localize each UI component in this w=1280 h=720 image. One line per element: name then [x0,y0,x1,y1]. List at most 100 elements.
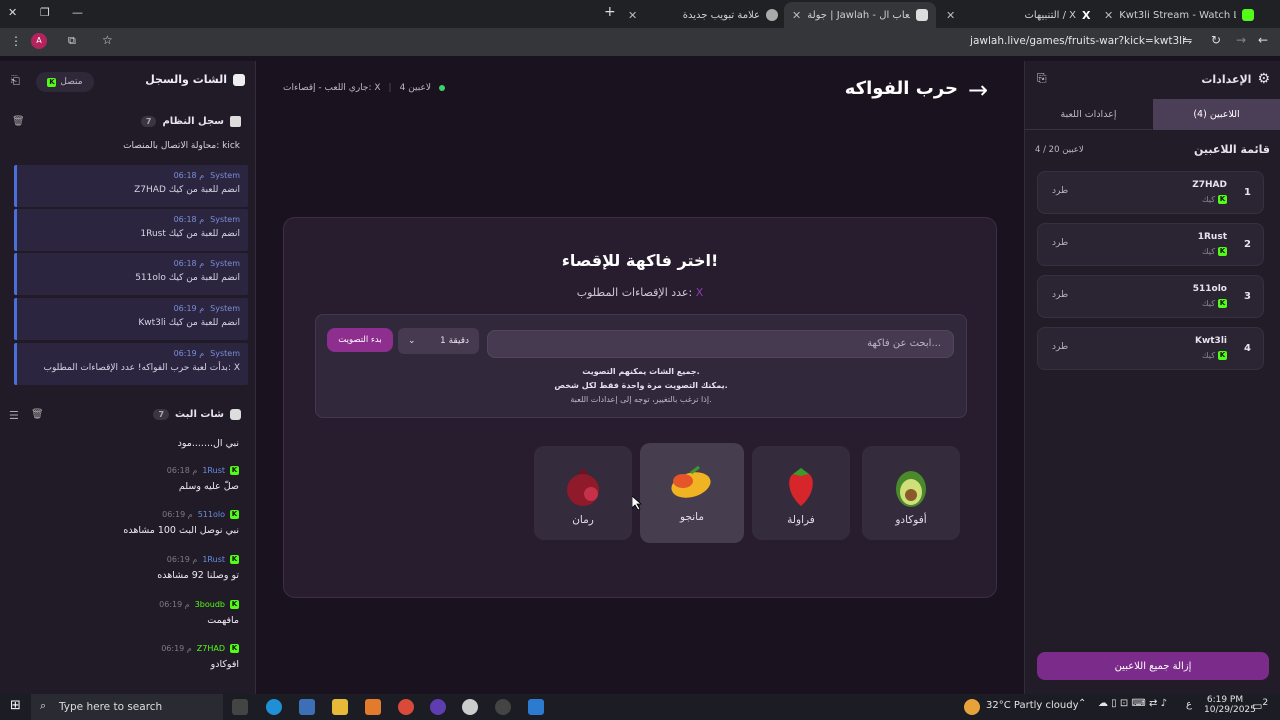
new-tab-icon[interactable]: + [604,4,616,20]
list-item: 06:19 م System Kwt3li انضم للعبة من كيك [14,298,248,340]
system-log-list: محاولة الاتصال بالمنصات: kick 06:18 م Sys… [4,141,252,397]
minimize-window-icon[interactable]: — [72,6,83,19]
list-item: 06:19 م Z7HAD K افوكادو [161,644,239,670]
notifications-icon[interactable]: ▭2 [1252,697,1268,713]
close-icon[interactable]: ✕ [792,9,801,22]
file-explorer-icon[interactable] [332,699,348,715]
list-item: 06:18 م System Z7HAD انضم للعبة من كيك [14,165,248,207]
site-settings-icon[interactable]: ⇋ [1183,34,1192,47]
tab-players[interactable]: اللاعبين (4) [1153,99,1280,130]
vote-card: اختر فاكهة للإقصاء! عدد الإقصاءات المطلو… [283,217,997,598]
restore-window-icon[interactable]: ❐ [40,6,50,19]
mango-icon [671,465,711,498]
list-item: 06:18 م 1Rust K صلّ عليه وسلم [166,466,239,492]
list-item: 06:18 م System 1Rust انضم للعبة من كيك [14,209,248,251]
windows-start-icon[interactable]: ⊞ [10,698,21,713]
kick-icon: K [47,77,57,87]
system-log-header: 7 سجل النظام [140,116,241,127]
tray-chevron-icon[interactable]: ⌃ [1078,698,1086,709]
connection-status-badge: K متصل [36,72,94,92]
edge-icon[interactable] [266,699,282,715]
fruit-card-pomegranate[interactable]: رمان [534,446,632,540]
menu-dots-icon[interactable]: ⋮ [10,34,22,48]
tab-game-settings[interactable]: إعدادات اللعبة [1025,99,1152,130]
avocado-icon [896,471,926,507]
chrome-icon[interactable] [398,699,414,715]
remove-all-players-button[interactable]: إزالة جميع اللاعبين [1037,652,1269,680]
search-icon: ⌕ [40,699,47,712]
eliminations-info: عدد الإقصاءات المطلوب: X [576,286,704,299]
settings-panel: الإعدادات ⚙ ⎘ إعدادات اللعبة اللاعبين (4… [1024,61,1280,694]
bookmark-star-icon[interactable]: ☆ [102,33,113,47]
list-item: نبي ال.......مود [177,438,239,449]
gear-icon: ⚙ [1257,71,1270,87]
fruit-search-input[interactable]: ابحث عن فاكهة... [487,330,954,358]
tab-kick-stream[interactable]: ✕ Kwt3li Stream - Watch Live on K [1104,4,1254,26]
kick-icon: K [230,510,239,519]
kick-icon: K [1218,195,1227,204]
tray-icons[interactable]: ☁ ▯ ⊡ ⌨ ⇄ ♪ [1098,698,1167,709]
url-field[interactable]: jawlah.live/games/fruits-war?kick=kwt3li [120,31,1195,53]
profile-avatar[interactable]: A [31,33,47,49]
live-dot-icon [438,85,445,91]
kick-player-button[interactable]: طرد [1052,238,1068,248]
trash-icon[interactable]: 🗑 [31,409,44,420]
kick-player-button[interactable]: طرد [1052,186,1068,196]
chevron-down-icon: ⌄ [408,336,416,346]
vote-note: إذا ترغب بالتغيير، توجه إلى إعدادات اللع… [570,395,712,404]
close-icon[interactable]: ✕ [946,9,955,22]
kick-icon: K [1218,351,1227,360]
jawlah-icon [916,9,928,21]
list-item: 06:18 م System 511olo انضم للعبة من كيك [14,253,248,295]
chat-bubble-icon [233,73,245,86]
app-icon[interactable] [528,699,544,715]
page-title: حرب الفواكه [844,78,958,99]
duration-select[interactable]: ⌄ 1 دقيقة [398,328,479,354]
player-row: 3 511olo كيك K طرد [1037,275,1264,318]
settings-title: الإعدادات [1201,72,1252,86]
steam-icon[interactable] [462,699,478,715]
close-icon[interactable]: ✕ [1104,9,1113,22]
tab-new-tab[interactable]: ✕ علامة تبويب جديدة [628,4,778,26]
close-window-icon[interactable]: ✕ [8,6,17,19]
player-row: 4 Kwt3li كيك K طرد [1037,327,1264,370]
weather-text[interactable]: 32°C Partly cloudy [986,700,1079,711]
taskbar-search-input[interactable]: ⌕ Type here to search [31,694,223,720]
kick-icon: K [230,644,239,653]
kick-icon: K [230,555,239,564]
weather-icon [964,699,980,715]
fruit-card-strawberry[interactable]: فراولة [752,446,850,540]
fruit-card-mango[interactable]: مانجو [640,443,744,543]
back-icon[interactable]: ← [1258,33,1268,47]
clock[interactable]: 6:19 PM 10/29/2025 [1204,695,1256,715]
collapse-panel-icon[interactable]: ⎗ [11,74,20,88]
app-icon[interactable] [430,699,446,715]
browser-tab-bar: ✕ ❐ — + ✕ علامة تبويب جديدة ✕ جولة | Jaw… [0,0,1280,28]
reload-icon[interactable]: ↻ [1211,33,1221,47]
fruit-card-avocado[interactable]: أفوكادو [862,446,960,540]
vote-note: جميع الشات يمكنهم التصويت. [582,367,700,376]
start-vote-button[interactable]: بدء التصويت [327,328,393,352]
kick-player-button[interactable]: طرد [1052,342,1068,352]
players-list-title: قائمة اللاعبين [1194,143,1270,156]
obs-icon[interactable] [495,699,511,715]
kick-player-button[interactable]: طرد [1052,290,1068,300]
tab-jawlah[interactable]: ✕ جولة | Jawlah - منصة الألعاب ال [784,2,936,28]
collapse-panel-icon[interactable]: ⎘ [1037,71,1047,86]
list-item: 06:19 م 3boudb K مافهمت [159,600,239,626]
x-logo-icon: X [1082,9,1091,22]
filter-icon[interactable]: ☰ [9,409,19,422]
chat-panel-header: الشات والسجل [145,73,245,86]
app-icon[interactable] [365,699,381,715]
back-arrow-icon[interactable]: → [968,76,988,104]
chat-log-panel: الشات والسجل ⎗ K متصل 7 سجل النظام 🗑 محا… [0,61,256,694]
tab-x-notifications[interactable]: ✕ التنبيهات / X X [946,4,1094,26]
close-icon[interactable]: ✕ [628,9,637,22]
trash-icon[interactable]: 🗑 [12,116,25,127]
extensions-icon[interactable]: ⧉ [68,34,76,48]
store-icon[interactable] [299,699,315,715]
vote-heading: اختر فاكهة للإقصاء! [561,251,719,270]
language-indicator[interactable]: ع [1186,699,1192,710]
forward-icon[interactable]: → [1236,33,1246,47]
task-view-icon[interactable] [232,699,248,715]
